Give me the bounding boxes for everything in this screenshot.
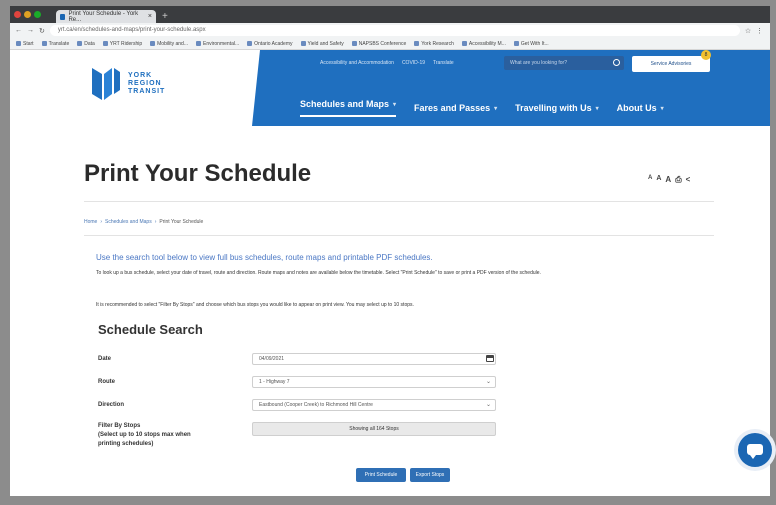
breadcrumb-schedules[interactable]: Schedules and Maps bbox=[105, 219, 152, 225]
chevron-down-icon: ▾ bbox=[660, 105, 664, 112]
bookmark-item[interactable]: York Research bbox=[414, 41, 454, 47]
bookmarks-bar: Start Translate Data YRT Ridership Mobil… bbox=[10, 38, 770, 50]
bookmark-item[interactable]: Start bbox=[16, 41, 34, 47]
direction-select[interactable]: Eastbound (Cooper Creek) to Richmond Hil… bbox=[252, 399, 496, 411]
bookmark-icon bbox=[247, 41, 253, 46]
favicon-icon bbox=[60, 13, 66, 20]
window-controls bbox=[14, 11, 41, 18]
bookmark-icon bbox=[41, 41, 47, 46]
maximize-window-icon[interactable] bbox=[34, 11, 41, 18]
breadcrumb-current: Print Your Schedule bbox=[159, 219, 204, 225]
utility-links: Accessibility and Accommodation COVID-19… bbox=[320, 60, 454, 66]
yrt-logo[interactable]: YORK REGION TRANSIT bbox=[90, 64, 165, 104]
date-label: Date bbox=[98, 356, 112, 362]
page-tools: A A A ⎙ < bbox=[648, 175, 690, 185]
nav-fares-and-passes[interactable]: Fares and Passes ▾ bbox=[414, 99, 497, 117]
calendar-icon[interactable] bbox=[486, 355, 494, 362]
direction-label: Direction bbox=[98, 402, 125, 408]
bookmark-item[interactable]: Get With It... bbox=[513, 41, 549, 47]
print-icon[interactable]: ⎙ bbox=[675, 175, 681, 185]
intro-text: Use the search tool below to view full b… bbox=[96, 253, 433, 262]
bookmark-icon bbox=[150, 41, 156, 46]
filter-tip-paragraph: It is recommended to select "Filter By S… bbox=[96, 302, 414, 308]
chevron-down-icon: ⌄ bbox=[485, 379, 491, 385]
bookmark-icon bbox=[414, 41, 420, 46]
site-header: YORK REGION TRANSIT Accessibility and Ac… bbox=[10, 50, 770, 126]
bookmark-icon bbox=[196, 41, 201, 46]
forward-icon[interactable]: → bbox=[27, 27, 34, 34]
reload-icon[interactable]: ↻ bbox=[39, 27, 45, 35]
logo-wordmark: YORK REGION TRANSIT bbox=[128, 72, 166, 95]
nav-travelling-with-us[interactable]: Travelling with Us ▾ bbox=[515, 99, 599, 117]
search-icon[interactable] bbox=[613, 59, 620, 66]
filter-by-stops-label: Filter By Stops (Select up to 10 stops m… bbox=[98, 423, 191, 447]
bookmark-item[interactable]: NAPSBS Conference bbox=[351, 41, 406, 47]
utility-link-accessibility[interactable]: Accessibility and Accommodation bbox=[320, 60, 394, 66]
url-field[interactable]: yrt.ca/en/schedules-and-maps/print-your-… bbox=[49, 25, 740, 36]
service-advisories-button[interactable]: Service Advisories bbox=[632, 56, 710, 72]
browser-tab[interactable]: Print Your Schedule - York Re... × bbox=[56, 10, 156, 23]
close-window-icon[interactable] bbox=[14, 11, 21, 18]
main-nav: Schedules and Maps ▾ Fares and Passes ▾ Tr… bbox=[300, 99, 664, 117]
bookmark-item[interactable]: Yield and Safety bbox=[300, 41, 344, 47]
filter-stops-button[interactable]: Showing all 164 Stops bbox=[252, 422, 496, 436]
bookmark-item[interactable]: Environmental... bbox=[196, 41, 239, 47]
bookmark-item[interactable]: Mobility and... bbox=[150, 41, 188, 47]
tab-close-icon[interactable]: × bbox=[148, 13, 152, 20]
bookmark-icon bbox=[77, 41, 83, 46]
export-stops-button[interactable]: Export Stops bbox=[410, 468, 450, 482]
new-tab-icon[interactable]: + bbox=[162, 11, 168, 23]
chevron-down-icon: ▾ bbox=[494, 105, 498, 112]
breadcrumb-home[interactable]: Home bbox=[84, 219, 97, 225]
print-schedule-button[interactable]: Print Schedule bbox=[356, 468, 406, 482]
nav-about-us[interactable]: About Us ▾ bbox=[617, 99, 664, 117]
utility-link-translate[interactable]: Translate bbox=[433, 60, 454, 66]
bookmark-item[interactable]: YRT Ridership bbox=[102, 41, 142, 47]
yrt-logo-icon bbox=[92, 68, 120, 100]
back-icon[interactable]: ← bbox=[15, 27, 22, 34]
address-bar-row: ← → ↻ yrt.ca/en/schedules-and-maps/print… bbox=[10, 23, 770, 38]
bookmark-item[interactable]: Translate bbox=[41, 41, 69, 47]
utility-link-covid[interactable]: COVID-19 bbox=[402, 60, 425, 66]
chevron-down-icon: ▾ bbox=[595, 105, 599, 112]
bookmark-icon bbox=[351, 41, 357, 46]
bookmark-icon bbox=[513, 41, 519, 46]
divider bbox=[84, 201, 714, 202]
instructions-paragraph: To look up a bus schedule, select your d… bbox=[96, 270, 541, 276]
bookmark-item[interactable]: Ontario Academy bbox=[247, 41, 293, 47]
bookmark-star-icon[interactable]: ☆ bbox=[745, 27, 751, 35]
date-field[interactable]: 04/09/2021 bbox=[252, 353, 496, 365]
route-select[interactable]: 1 - Highway 7 ⌄ bbox=[252, 376, 496, 388]
advisory-count-badge: 8 bbox=[701, 50, 711, 60]
breadcrumb: Home › Schedules and Maps › Print Your Sch… bbox=[84, 219, 204, 225]
text-size-large-icon[interactable]: A bbox=[665, 175, 671, 185]
bookmark-icon bbox=[102, 41, 108, 46]
browser-menu-icon[interactable]: ⋮ bbox=[756, 27, 763, 35]
share-icon[interactable]: < bbox=[686, 175, 691, 185]
chevron-down-icon: ⌄ bbox=[485, 402, 491, 408]
chevron-down-icon: ▾ bbox=[393, 101, 397, 108]
minimize-window-icon[interactable] bbox=[24, 11, 31, 18]
chat-launcher-button[interactable] bbox=[738, 433, 772, 467]
text-size-medium-icon[interactable]: A bbox=[656, 175, 661, 185]
bookmark-item[interactable]: Accessibility M... bbox=[461, 41, 506, 47]
divider bbox=[84, 235, 714, 236]
nav-schedules-and-maps[interactable]: Schedules and Maps ▾ bbox=[300, 99, 397, 117]
bookmark-icon bbox=[300, 41, 306, 46]
chat-icon bbox=[747, 444, 763, 459]
browser-tabbar: Print Your Schedule - York Re... × + bbox=[10, 6, 770, 23]
text-size-small-icon[interactable]: A bbox=[648, 175, 652, 185]
bookmark-item[interactable]: Data bbox=[77, 41, 95, 47]
route-label: Route bbox=[98, 379, 115, 385]
tab-title: Print Your Schedule - York Re... bbox=[68, 10, 139, 23]
page-title: Print Your Schedule bbox=[84, 160, 312, 187]
bookmark-icon bbox=[461, 41, 467, 46]
site-search-input[interactable]: What are you looking for? bbox=[504, 56, 624, 70]
schedule-search-heading: Schedule Search bbox=[98, 322, 203, 337]
bookmark-icon bbox=[16, 41, 21, 46]
